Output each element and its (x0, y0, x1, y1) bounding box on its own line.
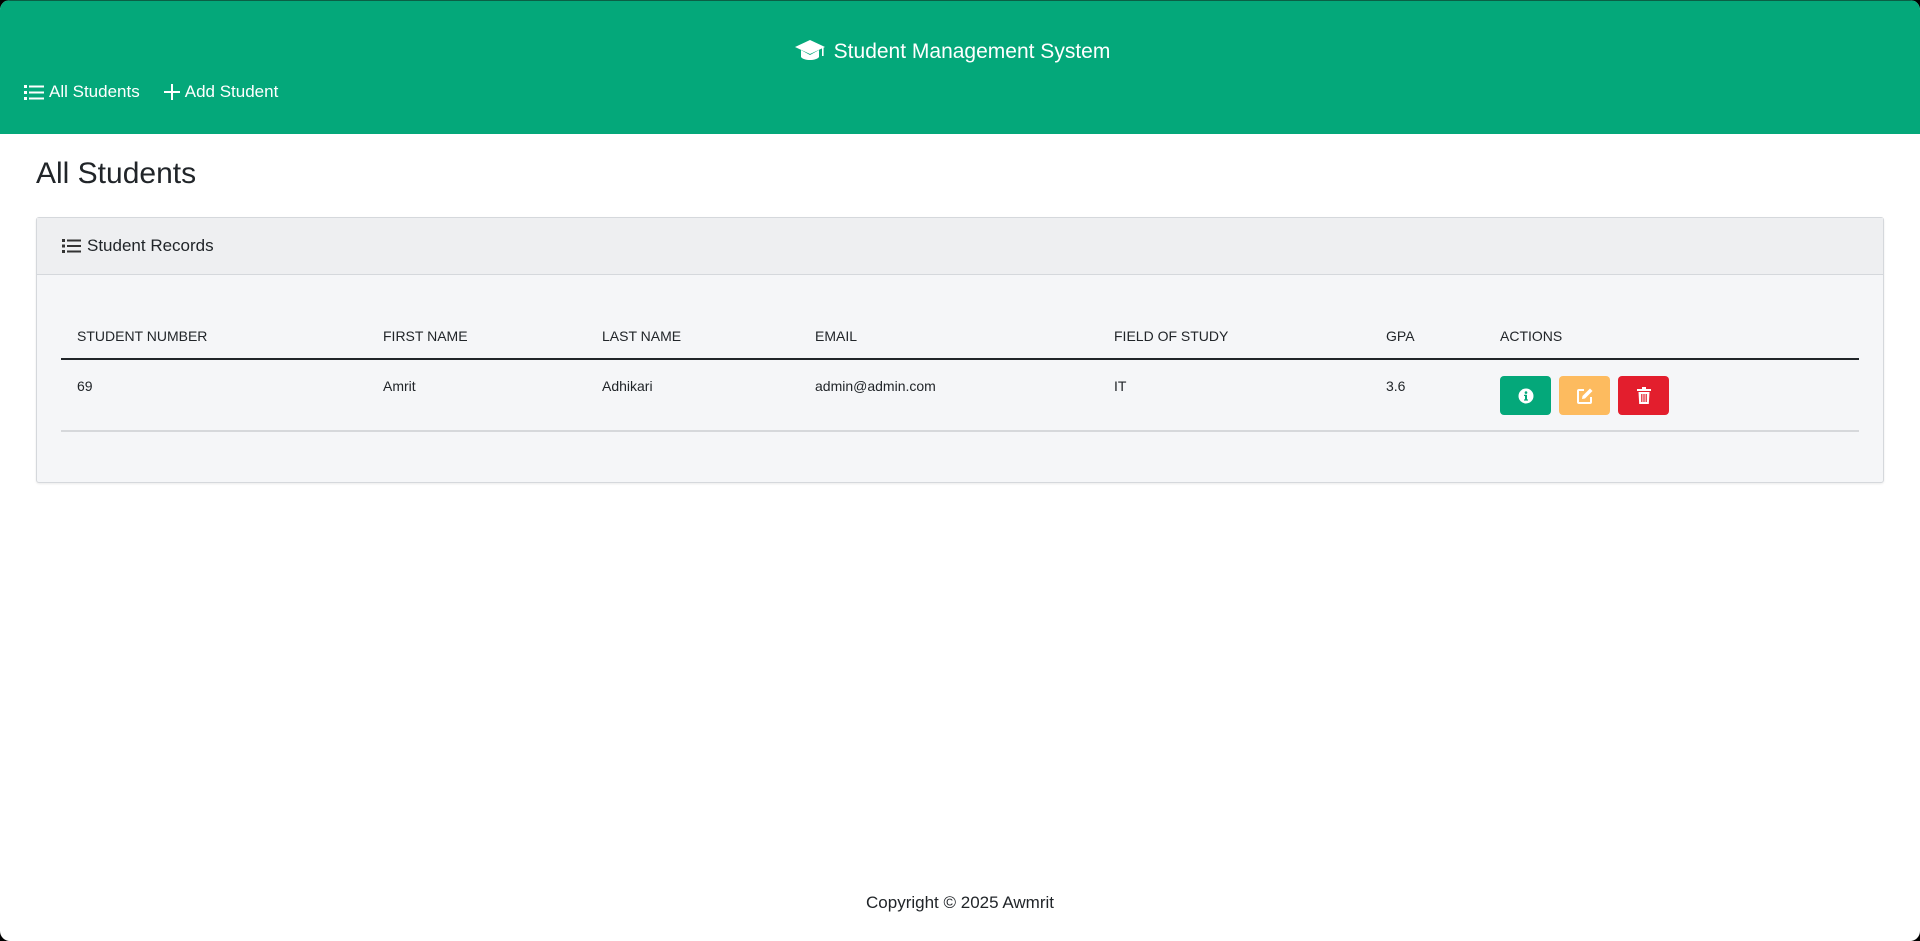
brand: Student Management System (0, 37, 1904, 73)
edit-button[interactable] (1559, 376, 1610, 415)
column-header: LAST NAME (602, 328, 682, 344)
first-name-cell: Amrit (383, 378, 416, 394)
plus-icon (163, 84, 180, 100)
app-window: Student Management System All Students A… (0, 0, 1920, 941)
graduation-cap-icon (794, 38, 826, 73)
students-table: STUDENT NUMBER FIRST NAME LAST NAME EMAI… (61, 316, 1859, 432)
table-header: STUDENT NUMBER FIRST NAME LAST NAME EMAI… (61, 316, 1859, 360)
student-number-cell: 69 (77, 378, 93, 394)
gpa-cell: 3.6 (1386, 378, 1406, 394)
footer-copyright: Copyright © 2025 Awmrit (866, 893, 1054, 912)
table-row: 69 Amrit Adhikari admin@admin.com IT 3.6 (61, 360, 1859, 432)
nav-add-student-label: Add Student (184, 82, 279, 101)
page-title: All Students (36, 157, 197, 190)
trash-icon (1636, 387, 1651, 404)
column-header: FIRST NAME (383, 328, 468, 344)
app-title: Student Management System (833, 40, 1111, 63)
column-header: GPA (1386, 328, 1415, 344)
column-header: ACTIONS (1500, 328, 1563, 344)
column-header: FIELD OF STUDY (1114, 328, 1229, 344)
list-icon (62, 239, 81, 253)
last-name-cell: Adhikari (602, 378, 653, 394)
nav-add-student[interactable]: Add Student (163, 82, 279, 102)
actions-cell (1500, 376, 1677, 415)
info-icon (1518, 388, 1533, 403)
header: Student Management System All Students A… (0, 0, 1920, 134)
nav-bar: All Students Add Student (24, 79, 302, 105)
list-icon (24, 84, 44, 100)
email-cell: admin@admin.com (815, 378, 936, 394)
nav-all-students[interactable]: All Students (24, 82, 140, 102)
field-of-study-cell: IT (1114, 378, 1127, 394)
card-title: Student Records (87, 236, 214, 255)
column-header: STUDENT NUMBER (77, 328, 208, 344)
student-records-card: Student Records STUDENT NUMBER FIRST NAM… (36, 217, 1884, 483)
delete-button[interactable] (1618, 376, 1669, 415)
edit-icon (1576, 388, 1592, 404)
card-header: Student Records (37, 218, 1883, 275)
nav-all-students-label: All Students (49, 82, 140, 101)
column-header: EMAIL (815, 328, 858, 344)
view-details-button[interactable] (1500, 376, 1551, 415)
